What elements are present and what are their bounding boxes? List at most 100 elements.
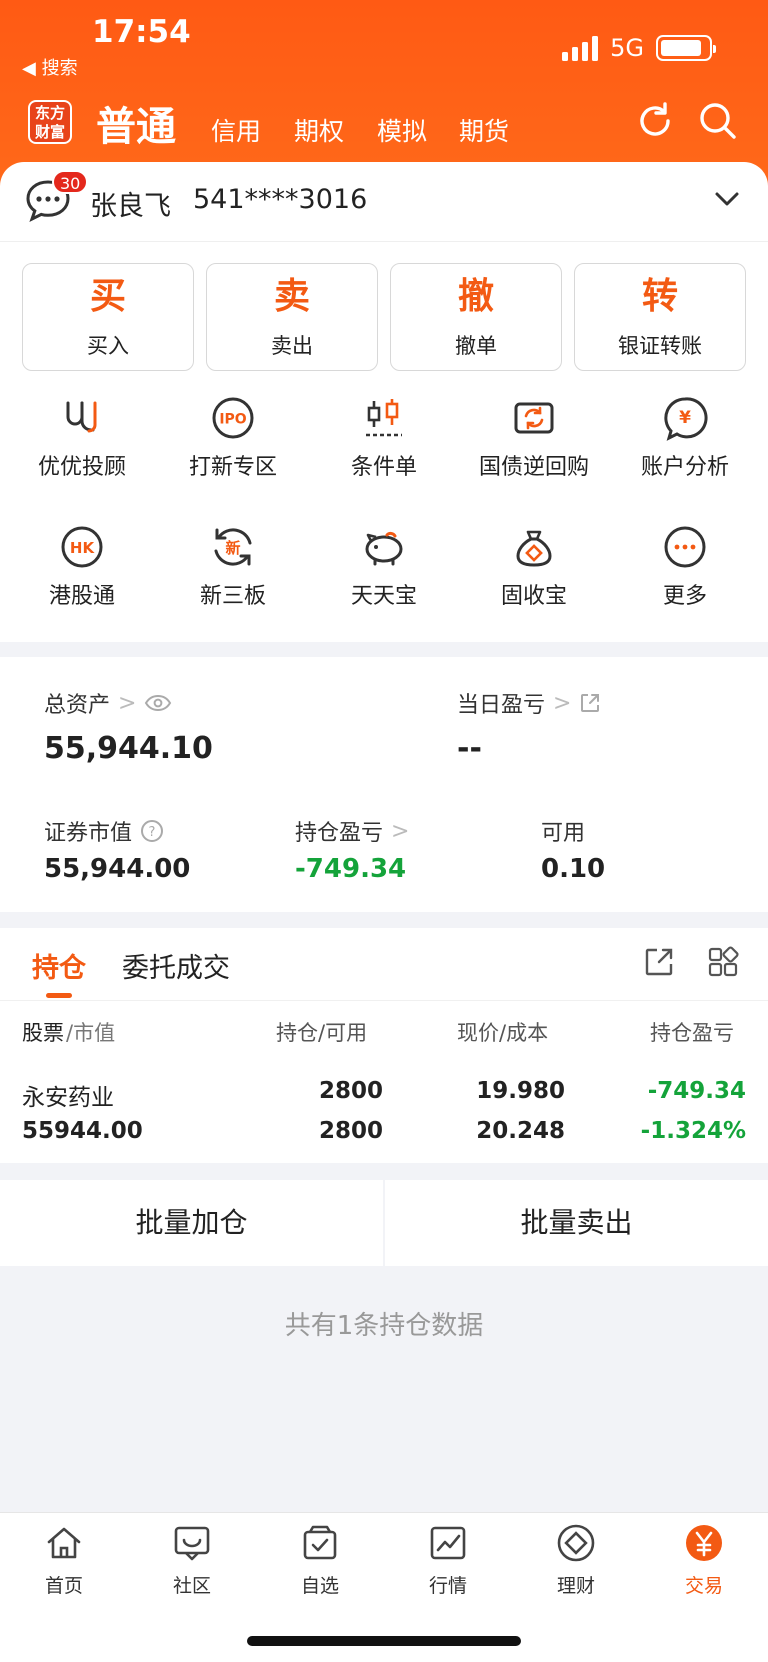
market-value-label-text: 证券市值	[44, 821, 133, 846]
buy-button-glyph: 买	[89, 276, 126, 317]
tab-holdings[interactable]: 持仓	[32, 946, 86, 985]
tabbar-trade[interactable]: 交易	[654, 1523, 754, 1598]
chevron-down-icon[interactable]	[714, 190, 740, 208]
eye-icon[interactable]	[144, 694, 172, 712]
tabbar-label: 交易	[684, 1575, 723, 1597]
account-analysis-icon: ¥	[664, 397, 708, 441]
grid-item-hk-connect[interactable]: HK 港股通	[7, 524, 157, 610]
trade-panel: 30 张良飞 541****3016 买 买入 卖 卖出 撤 撤单 转 银证转账…	[0, 162, 768, 642]
bank-transfer-label: 银证转账	[618, 334, 702, 358]
batch-sell-button[interactable]: 批量卖出	[385, 1180, 768, 1266]
col-position-pl: 持仓盈亏	[650, 1021, 734, 1045]
grid-item-ipo[interactable]: IPO 打新专区	[158, 395, 308, 481]
svg-text:¥: ¥	[679, 408, 691, 428]
battery-icon	[656, 35, 716, 61]
status-indicators: 5G	[562, 34, 716, 62]
uu-advisor-icon	[66, 401, 97, 433]
grid-item-account-analysis[interactable]: ¥ 账户分析	[610, 395, 760, 481]
active-tab-indicator	[46, 993, 72, 998]
watchlist-icon	[303, 1525, 337, 1560]
account-selector[interactable]: 30 张良飞 541****3016	[0, 162, 768, 242]
svg-text:新: 新	[225, 539, 240, 557]
market-value-value: 55,944.00	[44, 854, 191, 884]
batch-add-button[interactable]: 批量加仓	[0, 1180, 383, 1266]
tab-credit[interactable]: 信用	[211, 112, 261, 148]
network-type: 5G	[610, 34, 644, 62]
ipo-icon: IPO	[212, 397, 254, 439]
total-assets-label[interactable]: 总资产 >	[44, 687, 172, 719]
eastmoney-logo: 东方财富	[28, 100, 72, 144]
back-to-search-link[interactable]: ◀ 搜索	[22, 54, 78, 80]
grid-item-label: 新三板	[199, 584, 266, 609]
bank-transfer-button[interactable]: 转 银证转账	[574, 263, 746, 371]
stock-holding: 2800	[318, 1078, 383, 1104]
finance-icon	[557, 1524, 595, 1562]
tabbar-home[interactable]: 首页	[14, 1523, 114, 1598]
holdings-count-message: 共有1条持仓数据	[284, 1311, 484, 1341]
col-market-value: /市值	[66, 1021, 116, 1045]
cancel-order-glyph: 撤	[457, 276, 494, 317]
stock-name: 永安药业	[22, 1085, 114, 1111]
positions-panel: 持仓 委托成交 股票 /市值 持仓 /可用 现价 /成本 持仓盈亏 永安药业 5…	[0, 928, 768, 1163]
search-icon[interactable]	[697, 100, 739, 142]
stock-cost: 20.248	[476, 1118, 565, 1144]
grid-item-label: 条件单	[350, 455, 417, 480]
col-cost: /成本	[499, 1021, 549, 1045]
grid-item-label: 港股通	[48, 584, 115, 609]
tab-options[interactable]: 期权	[294, 112, 344, 148]
signal-icon	[562, 35, 599, 61]
grid-item-tiantianbao[interactable]: 天天宝	[309, 524, 459, 610]
sell-button[interactable]: 卖 卖出	[206, 263, 378, 371]
col-price: 现价	[457, 1021, 499, 1045]
col-holding: 持仓	[276, 1021, 318, 1045]
tabbar-label: 自选	[300, 1575, 339, 1597]
hk-icon: HK	[61, 526, 103, 568]
market-value-label[interactable]: 证券市值 ?	[44, 815, 164, 847]
svg-text:?: ?	[149, 825, 156, 840]
home-indicator[interactable]	[247, 1636, 521, 1646]
tabbar-community[interactable]: 社区	[142, 1523, 242, 1598]
more-icon	[664, 526, 706, 568]
repo-icon	[514, 402, 554, 434]
sell-button-label: 卖出	[271, 334, 313, 358]
grid-item-reverse-repo[interactable]: 国债逆回购	[459, 395, 609, 481]
trade-icon	[686, 1525, 722, 1561]
share-icon[interactable]	[643, 946, 675, 978]
grid-item-label: 账户分析	[640, 455, 729, 480]
grid-item-label: 打新专区	[188, 455, 277, 480]
tab-futures[interactable]: 期货	[459, 112, 509, 148]
daily-pl-label-text: 当日盈亏	[457, 693, 546, 718]
tabbar-market[interactable]: 行情	[398, 1523, 498, 1598]
refresh-icon[interactable]	[634, 100, 676, 142]
tab-orders-trades[interactable]: 委托成交	[122, 946, 230, 985]
grid-item-label: 天天宝	[350, 584, 417, 609]
grid-item-more[interactable]: 更多	[610, 524, 760, 610]
position-pl-label[interactable]: 持仓盈亏 >	[295, 815, 409, 847]
chevron-right-icon: >	[553, 690, 572, 716]
chevron-right-icon: >	[391, 818, 410, 844]
grid-item-new-third-board[interactable]: 新 新三板	[158, 524, 308, 610]
tab-normal[interactable]: 普通	[96, 94, 176, 152]
grid-item-uu-advisor[interactable]: 优优投顾	[7, 395, 157, 481]
tab-simulation[interactable]: 模拟	[377, 112, 427, 148]
bank-transfer-glyph: 转	[641, 276, 678, 317]
tabbar-watchlist[interactable]: 自选	[270, 1523, 370, 1598]
stock-pl-percent: -1.324%	[640, 1118, 746, 1144]
buy-button[interactable]: 买 买入	[22, 263, 194, 371]
piggy-bank-icon	[365, 531, 403, 566]
share-out-icon[interactable]	[579, 692, 601, 714]
tabbar-finance[interactable]: 理财	[526, 1523, 626, 1598]
community-icon	[174, 1526, 210, 1561]
svg-text:IPO: IPO	[219, 412, 246, 428]
cancel-order-button[interactable]: 撤 撤单	[390, 263, 562, 371]
available-label: 可用	[541, 821, 586, 846]
stock-price: 19.980	[476, 1078, 565, 1104]
grid-item-conditional-order[interactable]: 条件单	[309, 395, 459, 481]
daily-pl-label[interactable]: 当日盈亏 >	[457, 687, 601, 719]
grid-item-fixed-income[interactable]: 固收宝	[459, 524, 609, 610]
message-badge: 30	[52, 170, 89, 194]
layout-grid-icon[interactable]	[707, 946, 739, 978]
help-icon[interactable]: ?	[140, 819, 164, 843]
top-nav: 东方财富 普通 信用 期权 模拟 期货	[0, 92, 768, 152]
positions-table-header: 股票 /市值 持仓 /可用 现价 /成本 持仓盈亏	[0, 1000, 768, 1058]
